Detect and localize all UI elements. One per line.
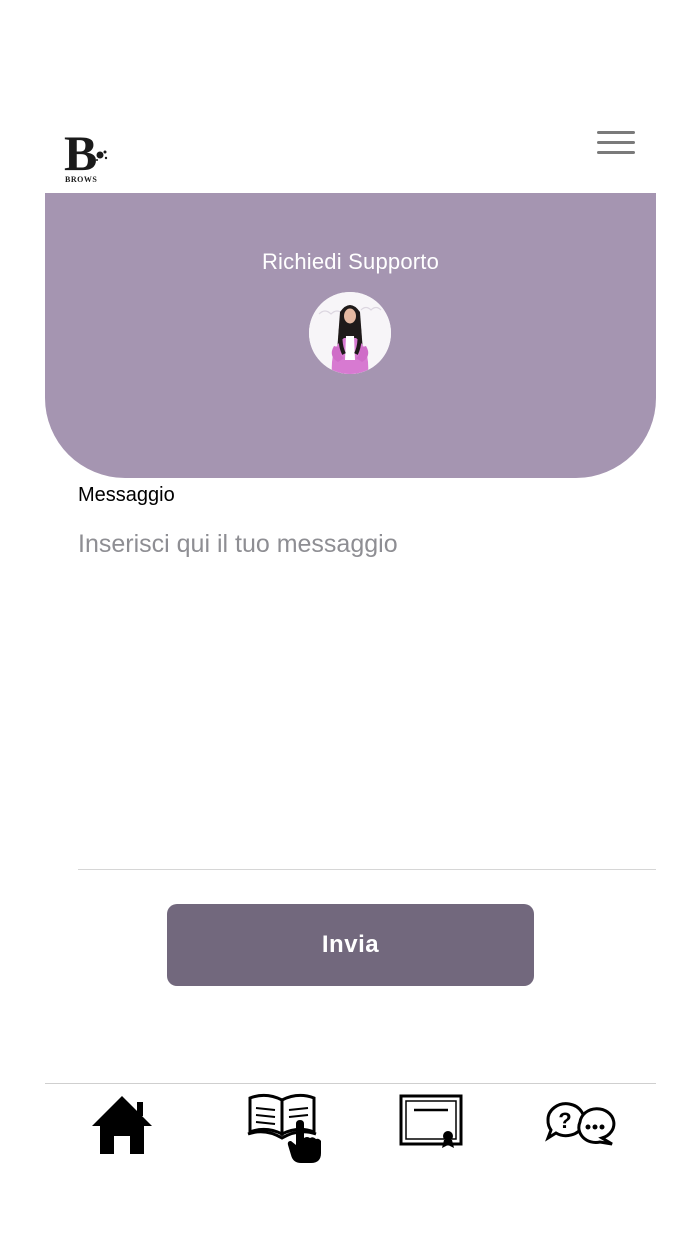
logo-letter: B [64,125,97,181]
menu-icon[interactable] [594,128,638,160]
tab-faq[interactable]: ? [540,1090,620,1166]
svg-text:?: ? [558,1108,571,1133]
tabbar-divider [45,1083,656,1084]
logo-wordmark: BROWS [65,175,98,184]
brand-logo: B BROWS [64,128,110,186]
logo-splash-icon [96,150,108,161]
support-hero-panel: Richiedi Supporto [45,193,656,478]
home-icon [92,1096,152,1154]
avatar-image [309,292,391,374]
menu-line [597,131,635,134]
book-touch-icon [247,1093,321,1163]
tab-certificates[interactable] [392,1090,472,1166]
menu-line [597,151,635,154]
tab-home[interactable] [82,1090,162,1166]
message-label: Messaggio [78,484,175,506]
tab-courses[interactable] [244,1090,324,1166]
avatar [309,292,391,374]
send-button[interactable]: Invia [167,904,534,986]
page-title: Richiedi Supporto [261,249,440,274]
faq-chat-icon: ? [545,1102,616,1146]
certificate-icon [399,1094,463,1148]
menu-line [597,141,635,144]
message-input[interactable] [78,530,656,870]
